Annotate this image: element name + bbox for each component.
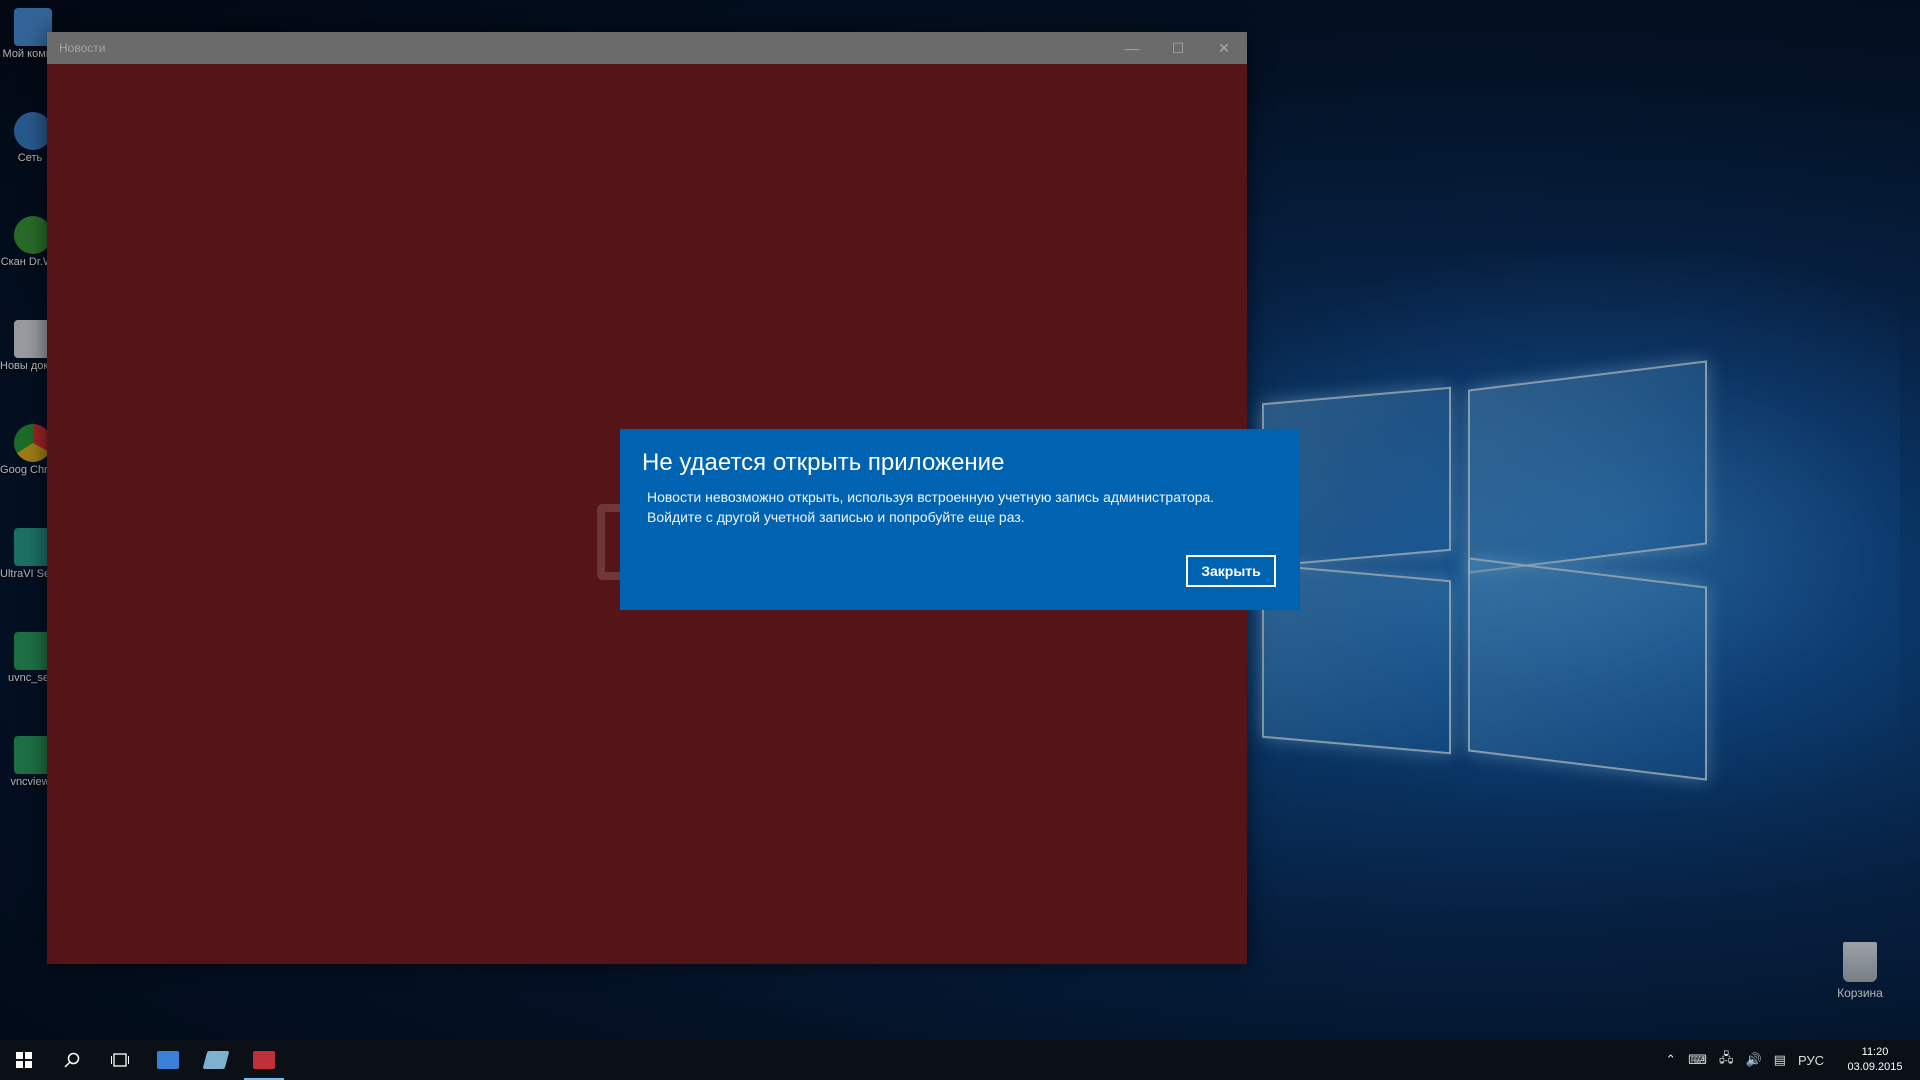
explorer-app-icon	[157, 1051, 179, 1069]
dialog-message-line: Новости невозможно открыть, используя вс…	[647, 489, 1215, 505]
taskbar: ⌃ ⌨ 🖧 🔊 ▤ РУС 11:20 03.09.2015	[0, 1040, 1920, 1080]
news-app-icon	[253, 1051, 275, 1069]
clock[interactable]: 11:20 03.09.2015	[1840, 1045, 1910, 1075]
system-tray: ⌃ ⌨ 🖧 🔊 ▤ РУС 11:20 03.09.2015	[1659, 1040, 1910, 1080]
dialog-title: Не удается открыть приложение	[642, 449, 1005, 476]
windows-start-icon	[16, 1052, 32, 1068]
start-button[interactable]	[0, 1040, 48, 1080]
task-view-button[interactable]	[96, 1040, 144, 1080]
network-tray-icon[interactable]: 🖧	[1719, 1049, 1734, 1071]
dialog-message-line: Войдите с другой учетной записью и попро…	[647, 509, 1025, 525]
taskbar-explorer[interactable]	[144, 1040, 192, 1080]
store-app-icon	[202, 1051, 230, 1069]
volume-icon[interactable]: 🔊	[1745, 1052, 1761, 1068]
keyboard-icon[interactable]: ⌨	[1688, 1052, 1707, 1068]
search-button[interactable]	[48, 1040, 96, 1080]
chevron-up-icon[interactable]: ⌃	[1665, 1052, 1676, 1068]
dialog-close-button[interactable]: Закрыть	[1186, 555, 1276, 587]
error-dialog: Не удается открыть приложение Новости не…	[620, 429, 1300, 610]
dialog-message: Новости невозможно открыть, используя вс…	[647, 487, 1278, 527]
clock-time: 11:20	[1861, 1046, 1889, 1058]
task-view-icon	[111, 1053, 129, 1067]
language-indicator[interactable]: РУС	[1798, 1053, 1824, 1068]
clock-date: 03.09.2015	[1847, 1061, 1903, 1073]
action-center-icon[interactable]: ▤	[1774, 1052, 1786, 1068]
taskbar-news[interactable]	[240, 1040, 288, 1080]
search-icon	[64, 1052, 80, 1068]
taskbar-store[interactable]	[192, 1040, 240, 1080]
